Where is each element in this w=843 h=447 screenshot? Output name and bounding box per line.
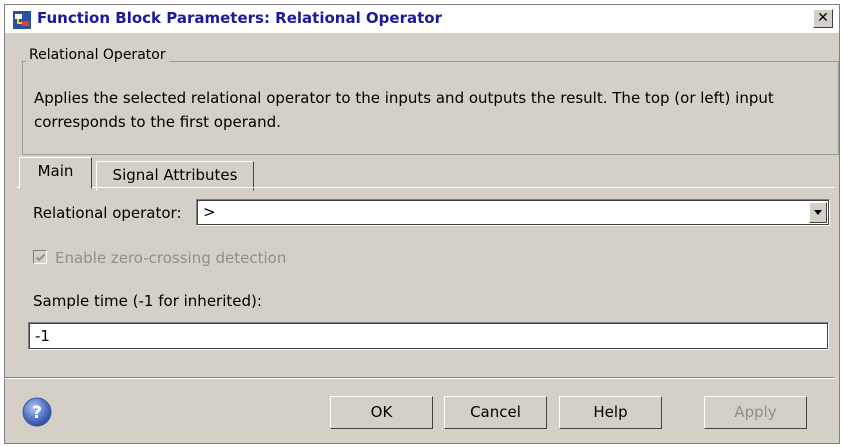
- block-parameters-icon: [13, 11, 31, 29]
- sample-time-label: Sample time (-1 for inherited):: [33, 292, 262, 310]
- svg-text:?: ?: [32, 403, 42, 423]
- apply-button[interactable]: Apply: [704, 396, 807, 429]
- close-button[interactable]: ✕: [813, 9, 833, 28]
- button-separator: [4, 377, 834, 379]
- zero-crossing-label: Enable zero-crossing detection: [55, 249, 287, 267]
- close-icon: ✕: [817, 10, 829, 26]
- window-title: Function Block Parameters: Relational Op…: [37, 9, 442, 27]
- group-legend: Relational Operator: [26, 47, 169, 63]
- checkmark-icon: [35, 253, 46, 262]
- tab-main[interactable]: Main: [19, 157, 92, 189]
- chevron-down-icon[interactable]: [809, 202, 827, 223]
- relational-operator-select[interactable]: >: [196, 199, 830, 226]
- question-mark-icon[interactable]: ?: [22, 397, 52, 427]
- relational-operator-label: Relational operator:: [33, 204, 182, 222]
- ok-button[interactable]: OK: [330, 396, 433, 429]
- relational-operator-value: >: [203, 203, 216, 221]
- cancel-button[interactable]: Cancel: [444, 396, 547, 429]
- zero-crossing-checkbox[interactable]: [33, 250, 47, 264]
- title-bar[interactable]: Function Block Parameters: Relational Op…: [5, 5, 839, 33]
- help-button[interactable]: Help: [559, 396, 662, 429]
- block-description: Applies the selected relational operator…: [34, 89, 774, 131]
- sample-time-input[interactable]: -1: [28, 322, 829, 350]
